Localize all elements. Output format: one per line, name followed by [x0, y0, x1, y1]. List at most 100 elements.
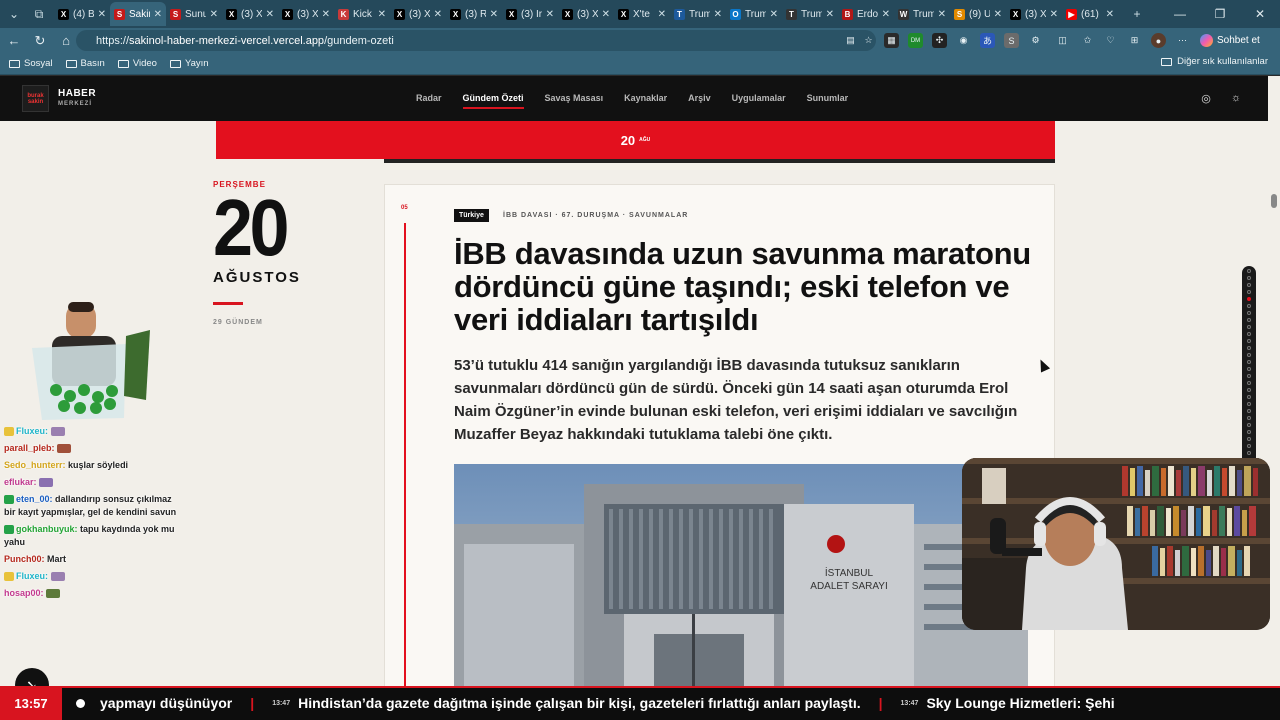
browser-tab[interactable]: X (3) Ir ✕ — [502, 2, 558, 26]
section-dot[interactable] — [1247, 395, 1251, 399]
section-dot[interactable] — [1247, 360, 1251, 364]
nav-item[interactable]: Radar — [416, 93, 442, 109]
browser-tab[interactable]: X (3) X ✕ — [390, 2, 446, 26]
split-screen-icon[interactable]: ◫ — [1055, 33, 1070, 48]
profile-avatar[interactable]: ● — [1151, 33, 1166, 48]
tab-list-chevron-icon[interactable]: ⌄ — [3, 3, 25, 25]
settings-icon[interactable]: ◎ — [1199, 91, 1213, 105]
section-dot[interactable] — [1247, 409, 1251, 413]
tab-close-icon[interactable]: ✕ — [434, 9, 442, 20]
extension-cross-icon[interactable]: ✣ — [932, 33, 947, 48]
bookmark-folder-basin[interactable]: Basın — [65, 58, 105, 69]
favorites-icon[interactable]: ✩ — [1080, 33, 1095, 48]
browser-tab[interactable]: X (3) R ✕ — [446, 2, 502, 26]
more-menu-icon[interactable]: ⋯ — [1175, 33, 1190, 48]
nav-item[interactable]: Kaynaklar — [624, 93, 667, 109]
browser-tab[interactable]: S Sakin ✕ — [110, 2, 166, 26]
section-dot[interactable] — [1247, 276, 1251, 280]
section-dot[interactable] — [1247, 304, 1251, 308]
close-window-icon[interactable]: ✕ — [1240, 0, 1280, 28]
section-dot[interactable] — [1247, 353, 1251, 357]
section-dot[interactable] — [1247, 381, 1251, 385]
tab-close-icon[interactable]: ✕ — [210, 9, 218, 20]
extension-s-icon[interactable]: S — [1004, 33, 1019, 48]
nav-item[interactable]: Uygulamalar — [732, 93, 786, 109]
site-logo-badge[interactable]: burak sakin — [22, 85, 49, 112]
tab-close-icon[interactable]: ✕ — [994, 9, 1002, 20]
browser-tab[interactable]: X (3) X ✕ — [278, 2, 334, 26]
section-dot[interactable] — [1247, 402, 1251, 406]
section-dot[interactable] — [1247, 297, 1251, 301]
browser-tab[interactable]: X (3) X ✕ — [1006, 2, 1062, 26]
browser-tab[interactable]: S (9) U ✕ — [950, 2, 1006, 26]
category-tag[interactable]: Türkiye — [454, 209, 489, 222]
tab-close-icon[interactable]: ✕ — [266, 9, 274, 20]
copilot-button[interactable]: Sohbet et — [1200, 31, 1260, 50]
section-dot[interactable] — [1247, 311, 1251, 315]
back-arrow-icon[interactable]: ← — [2, 29, 26, 53]
tab-close-icon[interactable]: ✕ — [770, 9, 778, 20]
nav-item[interactable]: Savaş Masası — [545, 93, 604, 109]
browser-essentials-icon[interactable]: ♡ — [1103, 33, 1118, 48]
new-tab-plus-icon[interactable]: + — [1126, 3, 1148, 25]
section-dot[interactable] — [1247, 374, 1251, 378]
section-dot[interactable] — [1247, 437, 1251, 441]
tab-close-icon[interactable]: ✕ — [322, 9, 330, 20]
browser-tab[interactable]: X X'te ✕ — [614, 2, 670, 26]
section-dot[interactable] — [1247, 318, 1251, 322]
minimize-icon[interactable]: — — [1160, 0, 1200, 28]
section-dot[interactable] — [1247, 388, 1251, 392]
browser-tab[interactable]: O Trum ✕ — [726, 2, 782, 26]
section-dot[interactable] — [1247, 290, 1251, 294]
tab-close-icon[interactable]: ✕ — [882, 9, 890, 20]
scrollbar-thumb[interactable] — [1271, 194, 1277, 208]
section-dot[interactable] — [1247, 444, 1251, 448]
tab-close-icon[interactable]: ✕ — [98, 9, 106, 20]
section-dot[interactable] — [1247, 346, 1251, 350]
tab-close-icon[interactable]: ✕ — [826, 9, 834, 20]
other-bookmarks[interactable]: Diğer sık kullanılanlar — [1161, 56, 1268, 67]
nav-item[interactable]: Gündem Özeti — [462, 93, 524, 109]
browser-tab[interactable]: S Sunu ✕ — [166, 2, 222, 26]
extension-green-icon[interactable]: DM — [908, 33, 923, 48]
tab-close-icon[interactable]: ✕ — [1106, 9, 1114, 20]
sun-icon[interactable]: ☼ — [1229, 91, 1243, 105]
reload-icon[interactable]: ↻ — [28, 29, 52, 53]
tab-close-icon[interactable]: ✕ — [658, 9, 666, 20]
tab-close-icon[interactable]: ✕ — [490, 9, 498, 20]
browser-tab[interactable]: T Trum ✕ — [670, 2, 726, 26]
section-dot[interactable] — [1247, 332, 1251, 336]
extension-translate-icon[interactable]: あ — [980, 33, 995, 48]
browser-tab[interactable]: X (3) X ✕ — [558, 2, 614, 26]
reader-mode-icon[interactable]: ▤ — [843, 33, 858, 48]
browser-tab[interactable]: X (4) B ✕ — [54, 2, 110, 26]
extension-grid-icon[interactable]: ▦ — [884, 33, 899, 48]
favorite-star-icon[interactable]: ☆ — [861, 33, 876, 48]
article-card[interactable]: 05 Türkiye İBB DAVASI · 67. DURUŞMA · SA… — [384, 184, 1055, 686]
tab-close-icon[interactable]: ✕ — [714, 9, 722, 20]
extensions-puzzle-icon[interactable]: ⚙ — [1028, 33, 1043, 48]
article-headline[interactable]: İBB davasında uzun savunma maratonu dörd… — [454, 237, 1034, 336]
section-dot[interactable] — [1247, 339, 1251, 343]
section-dot[interactable] — [1247, 416, 1251, 420]
bookmark-folder-video[interactable]: Video — [117, 58, 157, 69]
browser-tab[interactable]: W Trum ✕ — [894, 2, 950, 26]
extension-eye-icon[interactable]: ◉ — [956, 33, 971, 48]
section-dot[interactable] — [1247, 269, 1251, 273]
browser-tab[interactable]: X (3) X ✕ — [222, 2, 278, 26]
date-strip[interactable]: 20 AĞU — [216, 121, 1055, 159]
tab-close-icon[interactable]: ✕ — [546, 9, 554, 20]
section-dot[interactable] — [1247, 325, 1251, 329]
workspaces-icon[interactable]: ⧉ — [28, 3, 50, 25]
section-dot[interactable] — [1247, 423, 1251, 427]
tab-close-icon[interactable]: ✕ — [154, 9, 162, 20]
browser-tab[interactable]: ▶ (61) ✕ — [1062, 2, 1118, 26]
browser-tab[interactable]: B Erdo ✕ — [838, 2, 894, 26]
section-dot[interactable] — [1247, 367, 1251, 371]
browser-tab[interactable]: K Kick ✕ — [334, 2, 390, 26]
tab-close-icon[interactable]: ✕ — [1050, 9, 1058, 20]
bookmark-folder-yayin[interactable]: Yayın — [169, 58, 209, 69]
nav-item[interactable]: Sunumlar — [807, 93, 849, 109]
bookmark-folder-sosyal[interactable]: Sosyal — [9, 58, 53, 69]
nav-item[interactable]: Arşiv — [688, 93, 711, 109]
